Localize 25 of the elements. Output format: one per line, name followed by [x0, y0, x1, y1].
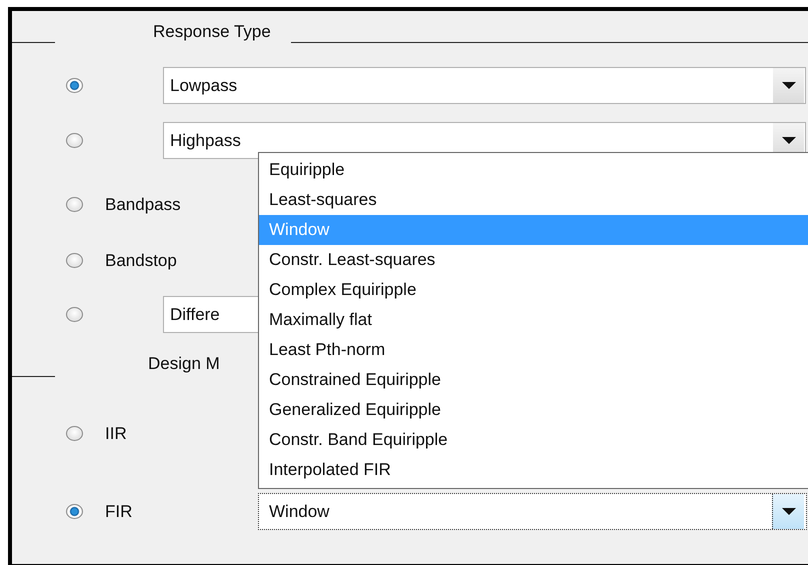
caret-icon: [782, 508, 796, 515]
radio-label: FIR: [105, 502, 134, 522]
dropdown[interactable]: Window: [258, 493, 807, 530]
radio-button[interactable]: [66, 133, 83, 148]
radio-label: Bandstop: [105, 250, 177, 270]
group-title: Response Type: [153, 22, 271, 42]
caret-icon: [782, 82, 796, 89]
list-item[interactable]: Least Pth-norm: [259, 335, 808, 365]
radio-button[interactable]: [66, 307, 83, 322]
list-item[interactable]: Constr. Band Equiripple: [259, 425, 808, 455]
group-title: Design M: [148, 354, 220, 374]
radio-button[interactable]: [66, 426, 83, 441]
list-item[interactable]: Constr. Least-squares: [259, 245, 808, 275]
radio-button[interactable]: [66, 253, 83, 268]
radio-button[interactable]: [66, 504, 83, 519]
radio-label: IIR: [105, 424, 128, 444]
radio-label: Bandpass: [105, 194, 181, 214]
caret-icon: [782, 137, 796, 144]
radio-button[interactable]: [66, 78, 83, 93]
list-item[interactable]: Least-squares: [259, 185, 808, 215]
dropdown[interactable]: Lowpass: [163, 67, 806, 104]
list-item[interactable]: Constrained Equiripple: [259, 365, 808, 395]
list-item[interactable]: Interpolated FIR: [259, 455, 808, 485]
list-item[interactable]: Generalized Equiripple: [259, 395, 808, 425]
radio-button[interactable]: [66, 197, 83, 212]
